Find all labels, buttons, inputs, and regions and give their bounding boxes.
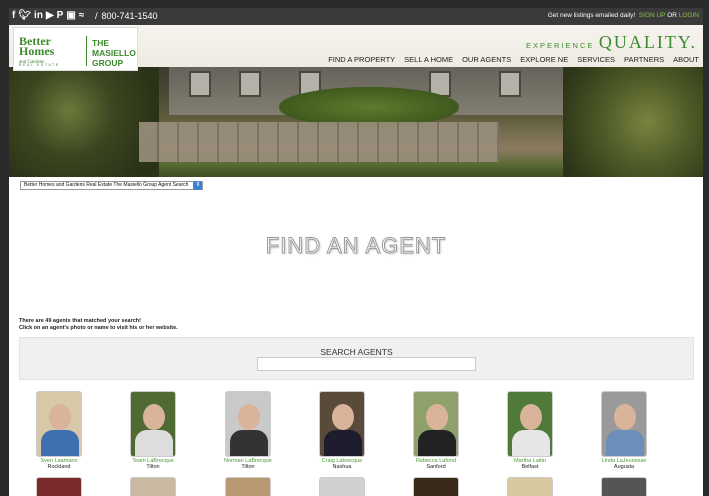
top-bar: f 🐦︎ in ▶ P ▣ ≈ /800-741-1540 Get new li… (9, 8, 703, 25)
youtube-icon[interactable]: ▶ (46, 10, 54, 22)
agent-photo[interactable] (36, 391, 82, 457)
agent-photo[interactable] (36, 477, 82, 496)
select-arrow-icon[interactable]: ⇕ (193, 181, 203, 190)
logo-divider (86, 36, 87, 66)
tagline-quality: QUALITY. (598, 32, 697, 52)
results-count: There are 49 agents that matched your se… (19, 318, 141, 324)
agent-photo[interactable] (319, 391, 365, 457)
social-links: f 🐦︎ in ▶ P ▣ ≈ (12, 10, 84, 22)
nav-sell-home[interactable]: SELL A HOME (404, 55, 453, 64)
search-agents-label: SEARCH AGENTS (320, 347, 393, 357)
login-link[interactable]: LOGIN (679, 12, 699, 19)
logo-group: THE MASIELLO GROUP (92, 38, 136, 68)
nav-find-property[interactable]: FIND A PROPERTY (328, 55, 395, 64)
agent-town: Rockland (47, 464, 71, 470)
agent-photo-head (143, 404, 165, 430)
agent-photo[interactable] (413, 477, 459, 496)
agent-card[interactable]: Rebecca Lafond Sanford (396, 391, 476, 470)
agent-photo-body (324, 430, 362, 456)
agent-photo[interactable] (225, 477, 271, 496)
agent-photo[interactable] (130, 477, 176, 496)
agent-photo[interactable] (225, 391, 271, 457)
search-agents-panel: SEARCH AGENTS (19, 337, 694, 380)
nav-about[interactable]: ABOUT (673, 55, 699, 64)
logo[interactable]: Better Homes and Gardens REAL ESTATE THE… (13, 27, 138, 71)
agent-photo[interactable] (507, 391, 553, 457)
instagram-icon[interactable]: ▣ (66, 10, 75, 22)
agent-photo[interactable] (413, 391, 459, 457)
tagline: EXPERIENCE QUALITY. (526, 32, 697, 53)
agent-photo[interactable] (601, 477, 647, 496)
agent-card[interactable]: Linda LaJeunesse Augusta (584, 391, 664, 470)
results-hint: Click on an agent's photo or name to vis… (19, 325, 178, 331)
linkedin-icon[interactable]: in (34, 10, 43, 22)
nav-partners[interactable]: PARTNERS (624, 55, 664, 64)
agent-town: Tilton (146, 464, 160, 470)
agent-photo-body (418, 430, 456, 456)
logo-real-estate: REAL ESTATE (19, 63, 60, 67)
agent-photo[interactable] (319, 477, 365, 496)
page-title: FIND AN AGENT (265, 233, 447, 259)
twitter-icon[interactable]: 🐦︎ (18, 10, 31, 22)
agent-photo-head (49, 404, 71, 430)
agent-photo[interactable] (507, 477, 553, 496)
agent-town: Belfast (521, 464, 539, 470)
promo-text: Get new listings emailed daily! (547, 12, 636, 19)
nav-services[interactable]: SERVICES (577, 55, 615, 64)
agent-card[interactable]: Martha Laitin Belfast (490, 391, 570, 470)
hero-trees-right (563, 67, 703, 177)
main-nav: FIND A PROPERTY SELL A HOME OUR AGENTS E… (328, 55, 699, 64)
results-summary: There are 49 agents that matched your se… (19, 318, 178, 332)
agent-photo-body (230, 430, 268, 456)
agent-photo-head (520, 404, 542, 430)
tagline-experience: EXPERIENCE (526, 41, 595, 50)
hero-trees-left (9, 67, 159, 177)
agent-photo-body (41, 430, 79, 456)
search-agents-input[interactable] (257, 357, 476, 371)
phone-number[interactable]: /800-741-1540 (95, 11, 158, 21)
site-header: Better Homes and Gardens REAL ESTATE THE… (9, 25, 703, 71)
rss-icon[interactable]: ≈ (79, 10, 85, 22)
agent-town: Nashua (332, 464, 352, 470)
agent-photo-head (238, 404, 260, 430)
agent-photo-body (512, 430, 550, 456)
agent-photo[interactable] (130, 391, 176, 457)
agent-card[interactable]: Sven Laamann Rockland (19, 391, 99, 470)
agent-town: Tilton (241, 464, 255, 470)
or-text: OR (667, 12, 677, 19)
agent-card[interactable]: Craig Labrecque Nashua (302, 391, 382, 470)
agent-card[interactable]: Team LaBrecque Tilton (113, 391, 193, 470)
agent-photo-head (426, 404, 448, 430)
signup-link[interactable]: SIGN UP (639, 12, 666, 19)
agent-card[interactable]: Norman LaBrecque Tilton (208, 391, 288, 470)
agent-photo-body (606, 430, 644, 456)
agent-photo-body (135, 430, 173, 456)
page: f 🐦︎ in ▶ P ▣ ≈ /800-741-1540 Get new li… (9, 8, 703, 496)
agent-town: Augusta (613, 464, 635, 470)
nav-our-agents[interactable]: OUR AGENTS (462, 55, 511, 64)
hero-bushes (279, 87, 459, 127)
agent-town: Sanford (426, 464, 446, 470)
agent-photo[interactable] (601, 391, 647, 457)
signup-prompt: Get new listings emailed daily! SIGN UP … (548, 12, 699, 19)
agent-photo-head (332, 404, 354, 430)
agent-photo-head (614, 404, 636, 430)
facebook-icon[interactable]: f (12, 10, 15, 22)
pinterest-icon[interactable]: P (57, 10, 64, 22)
nav-explore-ne[interactable]: EXPLORE NE (520, 55, 568, 64)
agent-search-select[interactable]: Better Homes and Gardens Real Estate The… (20, 181, 204, 190)
hero-stone-wall (139, 122, 499, 162)
hero-image (9, 67, 703, 177)
